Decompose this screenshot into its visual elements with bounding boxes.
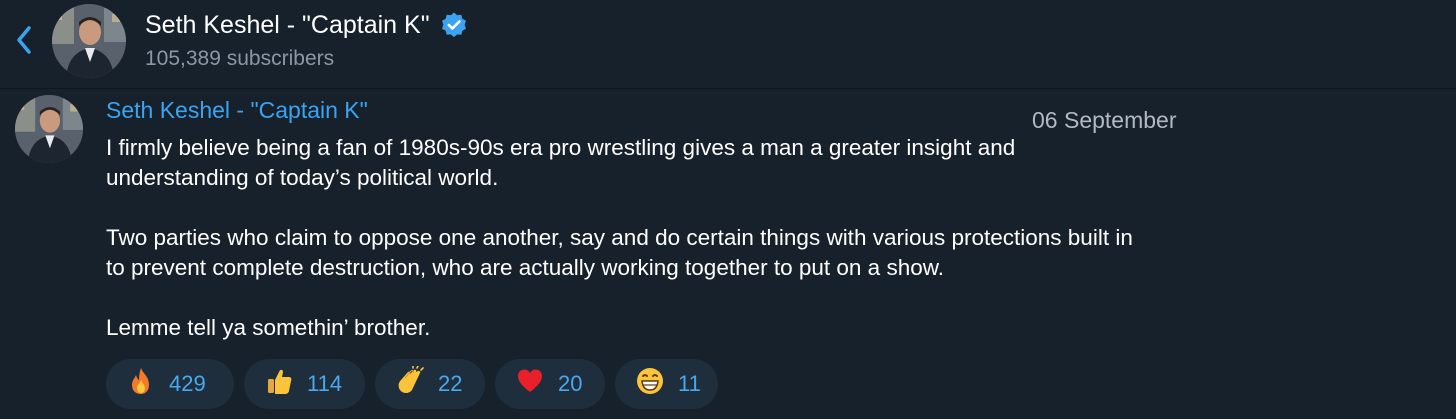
message-author-avatar[interactable] bbox=[15, 95, 83, 163]
grinning-face-icon bbox=[635, 366, 665, 403]
channel-header: Seth Keshel - "Captain K" 105,389 subscr… bbox=[0, 0, 1456, 89]
message-line: I firmly believe being a fan of 1980s-90… bbox=[106, 135, 1016, 160]
message-date: 06 September bbox=[1032, 107, 1177, 133]
reaction-count: 114 bbox=[307, 371, 343, 396]
message-author-name[interactable]: Seth Keshel - "Captain K" bbox=[106, 96, 368, 124]
message-text: I firmly believe being a fan of 1980s-90… bbox=[106, 133, 1356, 343]
reaction-thumbs-up[interactable]: 114 bbox=[244, 359, 365, 409]
clapping-hands-icon bbox=[395, 364, 425, 403]
red-heart-icon bbox=[515, 367, 545, 402]
channel-title[interactable]: Seth Keshel - "Captain K" bbox=[145, 9, 468, 41]
avatar-photo bbox=[52, 4, 126, 78]
reaction-count: 20 bbox=[558, 371, 583, 396]
avatar-photo bbox=[15, 95, 83, 163]
thumbs-up-icon bbox=[264, 366, 294, 403]
channel-name: Seth Keshel - "Captain K" bbox=[145, 11, 430, 39]
message-line: to prevent complete destruction, who are… bbox=[106, 255, 944, 280]
subscriber-count: 105,389 subscribers bbox=[145, 47, 335, 70]
reaction-clap[interactable]: 22 bbox=[375, 359, 485, 409]
verified-badge-icon bbox=[441, 12, 466, 38]
back-button[interactable] bbox=[8, 20, 40, 60]
reaction-count: 11 bbox=[678, 371, 701, 396]
message-line: Lemme tell ya somethin’ brother. bbox=[106, 315, 431, 340]
reactions-bar: 429 114 22 20 11 bbox=[106, 359, 718, 409]
reaction-count: 429 bbox=[169, 371, 206, 396]
reaction-grin[interactable]: 11 bbox=[615, 359, 718, 409]
fire-icon bbox=[126, 366, 156, 403]
reaction-heart[interactable]: 20 bbox=[495, 359, 605, 409]
message-line: understanding of today’s political world… bbox=[106, 165, 499, 190]
reaction-count: 22 bbox=[438, 371, 463, 396]
chevron-left-icon bbox=[17, 26, 31, 54]
channel-avatar[interactable] bbox=[52, 4, 126, 78]
message-line: Two parties who claim to oppose one anot… bbox=[106, 225, 1133, 250]
reaction-fire[interactable]: 429 bbox=[106, 359, 234, 409]
